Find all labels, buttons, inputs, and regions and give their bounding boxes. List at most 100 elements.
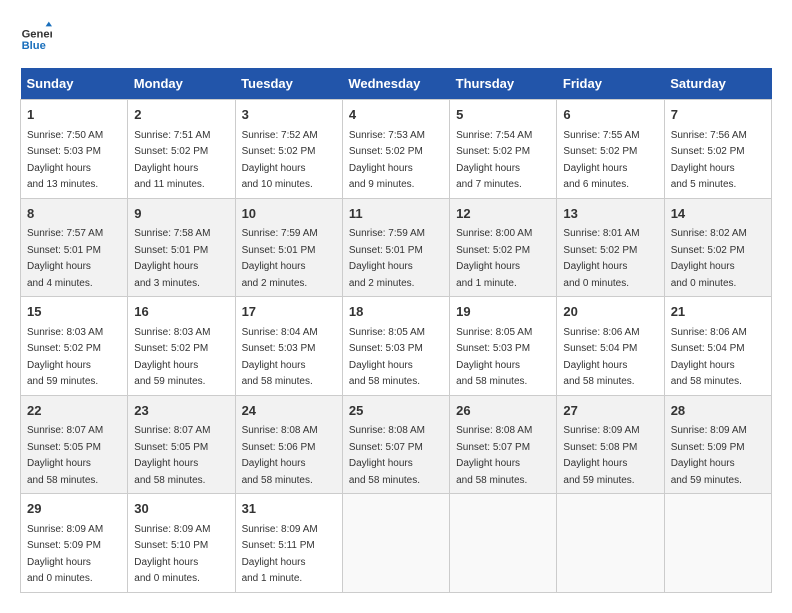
day-info: Sunrise: 8:09 AMSunset: 5:10 PMDaylight … [134,524,210,585]
calendar-cell: 17Sunrise: 8:04 AMSunset: 5:03 PMDayligh… [235,297,342,396]
day-info: Sunrise: 8:07 AMSunset: 5:05 PMDaylight … [134,425,210,486]
day-info: Sunrise: 8:08 AMSunset: 5:07 PMDaylight … [456,425,532,486]
calendar-cell: 6 Sunrise: 7:55 AMSunset: 5:02 PMDaylight… [557,100,664,199]
day-number: 6 [563,105,657,125]
logo-icon: General Blue [20,20,52,52]
calendar-cell: 8 Sunrise: 7:57 AMSunset: 5:01 PMDaylight… [21,198,128,297]
calendar-cell: 14 Sunrise: 8:02 AMSunset: 5:02 PMDayligh… [664,198,771,297]
day-info: Sunrise: 8:03 AMSunset: 5:02 PMDaylight … [27,327,103,388]
calendar-cell [342,494,449,593]
calendar-cell: 24Sunrise: 8:08 AMSunset: 5:06 PMDayligh… [235,395,342,494]
day-header-tuesday: Tuesday [235,68,342,100]
calendar-week-2: 8 Sunrise: 7:57 AMSunset: 5:01 PMDaylight… [21,198,772,297]
day-number: 9 [134,204,228,224]
calendar-week-5: 29 Sunrise: 8:09 AMSunset: 5:09 PMDayligh… [21,494,772,593]
day-info: Sunrise: 7:53 AMSunset: 5:02 PMDaylight … [349,130,425,191]
day-info: Sunrise: 7:59 AMSunset: 5:01 PMDaylight … [349,228,425,289]
day-info: Sunrise: 8:06 AMSunset: 5:04 PMDaylight … [563,327,639,388]
calendar-cell: 30 Sunrise: 8:09 AMSunset: 5:10 PMDayligh… [128,494,235,593]
calendar-cell: 5 Sunrise: 7:54 AMSunset: 5:02 PMDaylight… [450,100,557,199]
calendar-cell: 15Sunrise: 8:03 AMSunset: 5:02 PMDayligh… [21,297,128,396]
day-header-wednesday: Wednesday [342,68,449,100]
day-header-friday: Friday [557,68,664,100]
calendar-cell: 13 Sunrise: 8:01 AMSunset: 5:02 PMDayligh… [557,198,664,297]
calendar-cell: 9 Sunrise: 7:58 AMSunset: 5:01 PMDaylight… [128,198,235,297]
calendar-cell: 23Sunrise: 8:07 AMSunset: 5:05 PMDayligh… [128,395,235,494]
day-number: 11 [349,204,443,224]
day-number: 20 [563,302,657,322]
day-info: Sunrise: 8:02 AMSunset: 5:02 PMDaylight … [671,228,747,289]
calendar-cell: 19Sunrise: 8:05 AMSunset: 5:03 PMDayligh… [450,297,557,396]
day-number: 1 [27,105,121,125]
svg-text:General: General [22,29,52,41]
svg-text:Blue: Blue [22,40,46,52]
day-info: Sunrise: 7:59 AMSunset: 5:01 PMDaylight … [242,228,318,289]
day-info: Sunrise: 8:05 AMSunset: 5:03 PMDaylight … [456,327,532,388]
calendar-cell: 27 Sunrise: 8:09 AMSunset: 5:08 PMDayligh… [557,395,664,494]
day-number: 7 [671,105,765,125]
day-number: 5 [456,105,550,125]
day-info: Sunrise: 8:00 AMSunset: 5:02 PMDaylight … [456,228,532,289]
day-number: 30 [134,499,228,519]
calendar-cell [664,494,771,593]
day-header-monday: Monday [128,68,235,100]
day-header-saturday: Saturday [664,68,771,100]
calendar-cell: 29 Sunrise: 8:09 AMSunset: 5:09 PMDayligh… [21,494,128,593]
days-header-row: SundayMondayTuesdayWednesdayThursdayFrid… [21,68,772,100]
day-info: Sunrise: 8:01 AMSunset: 5:02 PMDaylight … [563,228,639,289]
day-info: Sunrise: 8:06 AMSunset: 5:04 PMDaylight … [671,327,747,388]
day-info: Sunrise: 7:58 AMSunset: 5:01 PMDaylight … [134,228,210,289]
day-info: Sunrise: 8:09 AMSunset: 5:09 PMDaylight … [27,524,103,585]
day-number: 25 [349,401,443,421]
day-number: 2 [134,105,228,125]
day-number: 8 [27,204,121,224]
day-number: 12 [456,204,550,224]
calendar-week-4: 22Sunrise: 8:07 AMSunset: 5:05 PMDayligh… [21,395,772,494]
calendar-cell: 16 Sunrise: 8:03 AMSunset: 5:02 PMDayligh… [128,297,235,396]
calendar-cell: 22Sunrise: 8:07 AMSunset: 5:05 PMDayligh… [21,395,128,494]
day-number: 14 [671,204,765,224]
day-number: 29 [27,499,121,519]
calendar-cell: 25 Sunrise: 8:08 AMSunset: 5:07 PMDayligh… [342,395,449,494]
day-number: 13 [563,204,657,224]
day-info: Sunrise: 8:07 AMSunset: 5:05 PMDaylight … [27,425,103,486]
day-info: Sunrise: 8:04 AMSunset: 5:03 PMDaylight … [242,327,318,388]
day-number: 16 [134,302,228,322]
day-info: Sunrise: 8:05 AMSunset: 5:03 PMDaylight … [349,327,425,388]
calendar-cell: 2 Sunrise: 7:51 AMSunset: 5:02 PMDaylight… [128,100,235,199]
calendar-cell: 4 Sunrise: 7:53 AMSunset: 5:02 PMDaylight… [342,100,449,199]
calendar-cell: 10Sunrise: 7:59 AMSunset: 5:01 PMDayligh… [235,198,342,297]
calendar-cell: 1Sunrise: 7:50 AMSunset: 5:03 PMDaylight… [21,100,128,199]
day-number: 28 [671,401,765,421]
day-number: 24 [242,401,336,421]
day-number: 31 [242,499,336,519]
day-number: 18 [349,302,443,322]
day-info: Sunrise: 8:09 AMSunset: 5:08 PMDaylight … [563,425,639,486]
day-info: Sunrise: 8:09 AMSunset: 5:11 PMDaylight … [242,524,318,585]
calendar-week-3: 15Sunrise: 8:03 AMSunset: 5:02 PMDayligh… [21,297,772,396]
day-number: 4 [349,105,443,125]
calendar-table: SundayMondayTuesdayWednesdayThursdayFrid… [20,68,772,593]
day-info: Sunrise: 8:08 AMSunset: 5:07 PMDaylight … [349,425,425,486]
day-info: Sunrise: 7:56 AMSunset: 5:02 PMDaylight … [671,130,747,191]
day-info: Sunrise: 8:03 AMSunset: 5:02 PMDaylight … [134,327,210,388]
logo: General Blue [20,20,52,52]
calendar-cell: 18 Sunrise: 8:05 AMSunset: 5:03 PMDayligh… [342,297,449,396]
calendar-cell [450,494,557,593]
day-info: Sunrise: 7:55 AMSunset: 5:02 PMDaylight … [563,130,639,191]
day-number: 27 [563,401,657,421]
day-header-sunday: Sunday [21,68,128,100]
calendar-cell: 28 Sunrise: 8:09 AMSunset: 5:09 PMDayligh… [664,395,771,494]
day-number: 26 [456,401,550,421]
day-info: Sunrise: 8:09 AMSunset: 5:09 PMDaylight … [671,425,747,486]
day-info: Sunrise: 7:57 AMSunset: 5:01 PMDaylight … [27,228,103,289]
calendar-cell: 7 Sunrise: 7:56 AMSunset: 5:02 PMDaylight… [664,100,771,199]
calendar-cell: 31 Sunrise: 8:09 AMSunset: 5:11 PMDayligh… [235,494,342,593]
day-header-thursday: Thursday [450,68,557,100]
day-info: Sunrise: 7:54 AMSunset: 5:02 PMDaylight … [456,130,532,191]
page-header: General Blue [20,20,772,52]
calendar-cell: 26 Sunrise: 8:08 AMSunset: 5:07 PMDayligh… [450,395,557,494]
day-info: Sunrise: 7:51 AMSunset: 5:02 PMDaylight … [134,130,210,191]
calendar-cell: 21Sunrise: 8:06 AMSunset: 5:04 PMDayligh… [664,297,771,396]
day-number: 3 [242,105,336,125]
